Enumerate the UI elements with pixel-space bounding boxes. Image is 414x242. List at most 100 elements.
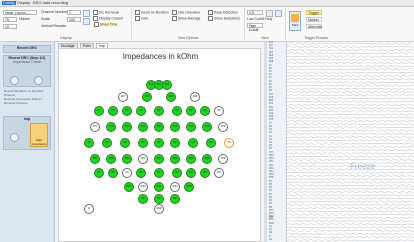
use-overview-checkbox[interactable] <box>172 10 177 15</box>
electrode-fc5[interactable]: FC5 <box>106 122 116 132</box>
electrode-f5[interactable]: F5 <box>108 106 118 116</box>
electrode-o2[interactable]: O2 <box>170 194 180 204</box>
channel-label[interactable]: PO8 <box>269 223 274 225</box>
menu-display[interactable]: Display <box>17 1 30 5</box>
channel-label[interactable]: AF7 <box>269 52 273 54</box>
channel-label[interactable]: P1 <box>269 190 272 192</box>
electrode-cp5[interactable]: CP5 <box>106 154 116 164</box>
electrode-ft7[interactable]: FT7 <box>90 122 100 132</box>
electrode-p4[interactable]: P4 <box>186 168 196 178</box>
channel-label[interactable]: TP7 <box>269 152 273 154</box>
electrode-t8[interactable]: T8 <box>224 138 234 148</box>
zoom-rootbox-checkbox[interactable] <box>135 10 140 15</box>
channel-label[interactable]: F4 <box>269 84 272 86</box>
electrode-cp6[interactable]: CP6 <box>202 154 212 164</box>
electrode-f1[interactable]: F1 <box>136 106 146 116</box>
channel-label[interactable]: TP8 <box>269 177 273 179</box>
electrode-p1[interactable]: P1 <box>136 168 146 178</box>
electrode-fc1[interactable]: FC1 <box>138 122 148 132</box>
electrode-f7[interactable]: F7 <box>94 106 104 116</box>
value-combo-4[interactable]: 100 <box>67 17 81 22</box>
grid-checkbox[interactable] <box>135 16 140 21</box>
electrode-c5[interactable]: C5 <box>102 138 112 148</box>
electrode-po8[interactable]: PO8 <box>184 182 194 192</box>
trigger-preset-3[interactable]: Alternate <box>306 24 322 29</box>
electrode-af4[interactable]: AF4 <box>166 92 176 102</box>
channel-label[interactable]: PO7 <box>269 210 274 212</box>
channel-label[interactable]: PO3 <box>269 213 274 215</box>
electrode-fc4[interactable]: FC4 <box>186 122 196 132</box>
increase-button[interactable] <box>83 10 90 17</box>
electrode-cp4[interactable]: CP4 <box>186 154 196 164</box>
electrode-t7[interactable]: T7 <box>84 138 94 148</box>
electrode-po4[interactable]: PO4 <box>170 182 180 192</box>
display-current-checkbox[interactable] <box>93 16 98 21</box>
channel-label[interactable]: CP2 <box>269 168 273 170</box>
electrode-p8[interactable]: P8 <box>214 168 224 178</box>
channel-label[interactable]: F5 <box>269 68 272 70</box>
peak-detection-checkbox[interactable] <box>208 10 213 15</box>
electrode-af7[interactable]: AF7 <box>118 92 128 102</box>
decrease-button[interactable] <box>83 18 90 25</box>
channel-label[interactable]: F3 <box>269 71 272 73</box>
channel-label[interactable]: FT8 <box>269 119 273 121</box>
channel-label[interactable]: F2 <box>269 81 272 83</box>
electrode-fz[interactable]: Fz <box>154 106 164 116</box>
step-forward-button[interactable] <box>34 76 43 85</box>
use-overview-option[interactable]: Use Overview <box>172 10 200 15</box>
show-selections-checkbox[interactable] <box>208 16 213 21</box>
electrode-c4[interactable]: C4 <box>188 138 198 148</box>
value-combo-1[interactable]: 75 <box>3 17 17 22</box>
electrode-p5[interactable]: P5 <box>108 168 118 178</box>
channel-label[interactable]: F7 <box>269 65 272 67</box>
show-selections-option[interactable]: Show Selections <box>208 16 240 21</box>
channel-label[interactable]: Fpz <box>269 45 273 47</box>
zoom-rootbox-option[interactable]: Zoom on Rootbox <box>135 10 169 15</box>
channel-label[interactable]: C6 <box>269 145 272 147</box>
channel-label[interactable]: F6 <box>269 87 272 89</box>
electrode-p2[interactable]: P2 <box>172 168 182 178</box>
channel-label[interactable]: FC1 <box>269 103 273 105</box>
show-average-checkbox[interactable] <box>172 16 177 21</box>
electrode-p6[interactable]: P6 <box>200 168 210 178</box>
electrode-c6[interactable]: C6 <box>206 138 216 148</box>
electrode-o1[interactable]: O1 <box>138 194 148 204</box>
show-time-checkbox[interactable] <box>94 22 99 27</box>
dc-removal-option[interactable]: DC Removal <box>93 10 119 15</box>
electrode-c1[interactable]: C1 <box>138 138 148 148</box>
electrode-cz[interactable]: Cz <box>154 138 164 148</box>
channel-label[interactable]: C3 <box>269 129 272 131</box>
electrode-c2[interactable]: C2 <box>170 138 180 148</box>
value-combo-3[interactable]: 1 <box>67 10 81 15</box>
electrode-af3[interactable]: AF3 <box>142 92 152 102</box>
electrode-f8[interactable]: F8 <box>214 106 224 116</box>
channel-label[interactable]: POz <box>269 216 274 219</box>
electrode-cp3[interactable]: CP3 <box>122 154 132 164</box>
channel-label[interactable]: CPz <box>269 165 273 167</box>
menu-config[interactable]: Config <box>2 1 16 5</box>
step-back-button[interactable] <box>10 76 19 85</box>
splitter[interactable] <box>264 42 267 242</box>
grid-option[interactable]: Grid <box>135 16 148 21</box>
channel-label[interactable]: AF3 <box>269 55 273 57</box>
channel-label[interactable]: O1 <box>269 226 272 228</box>
channel-label[interactable]: C2 <box>269 139 272 141</box>
channel-label[interactable]: F8 <box>269 90 272 92</box>
electrode-gnd[interactable]: GND <box>154 204 164 214</box>
channel-label[interactable]: CP5 <box>269 155 273 157</box>
channel-label[interactable]: FC2 <box>269 110 273 112</box>
channel-label[interactable]: Pz <box>269 194 272 196</box>
display-current-option[interactable]: Display Current <box>93 16 123 21</box>
filter-value-combo[interactable]: 0.5 <box>247 10 263 15</box>
electrode-af8[interactable]: AF8 <box>190 92 200 102</box>
electrode-fc2[interactable]: FC2 <box>170 122 180 132</box>
menu-eeg-recording[interactable]: EEG data recording <box>33 1 68 5</box>
channel-label[interactable]: C5 <box>269 126 272 128</box>
electrode-fc3[interactable]: FC3 <box>122 122 132 132</box>
electrode-pz[interactable]: Pz <box>154 168 164 178</box>
electrode-oz[interactable]: Oz <box>154 194 164 204</box>
layout-combo[interactable]: Head_Layout_... <box>3 10 37 15</box>
channel-label[interactable]: FT7 <box>269 94 273 96</box>
channel-label[interactable]: O2 <box>269 232 272 234</box>
channel-label[interactable]: Fz <box>269 77 272 79</box>
